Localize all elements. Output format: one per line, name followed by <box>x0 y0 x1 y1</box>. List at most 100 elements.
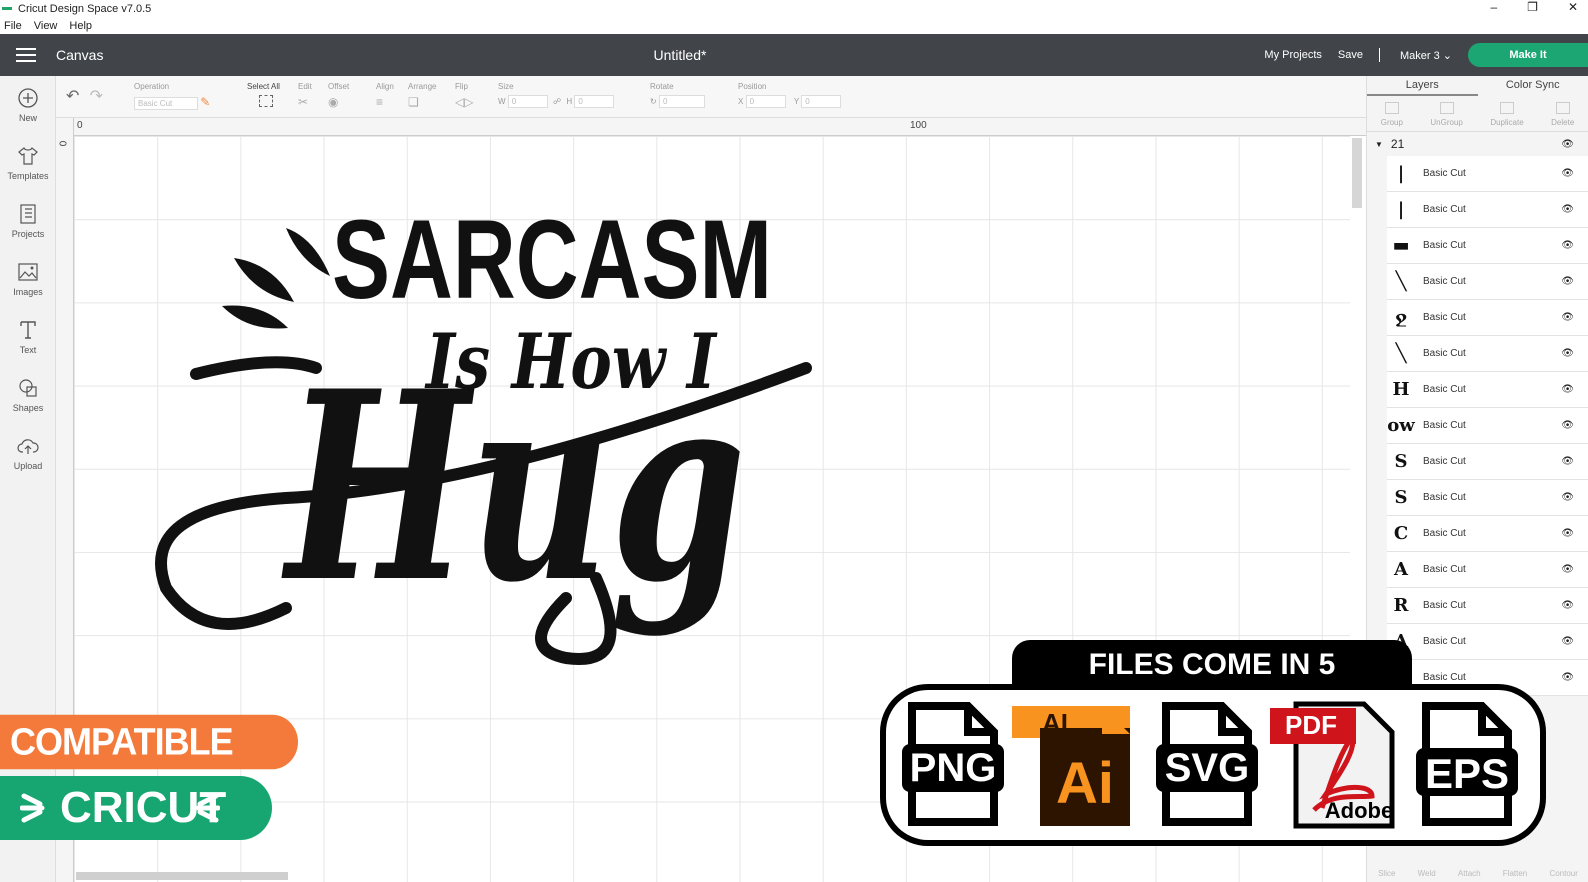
layer-row[interactable]: S Basic Cut 👁 <box>1387 480 1588 516</box>
layer-row[interactable]: | Basic Cut 👁 <box>1387 156 1588 192</box>
eye-icon[interactable]: 👁 <box>1561 528 1574 539</box>
layer-row[interactable]: ▬ Basic Cut 👁 <box>1387 228 1588 264</box>
width-input[interactable]: 0 <box>507 95 548 108</box>
save-button[interactable]: Save <box>1338 49 1363 61</box>
make-it-button[interactable]: Make It <box>1468 43 1588 67</box>
projects-label: Projects <box>11 229 45 239</box>
eye-icon[interactable]: 👁 <box>1561 636 1574 647</box>
upload-button[interactable]: Upload <box>0 424 56 482</box>
layer-row[interactable]: ow Basic Cut 👁 <box>1387 408 1588 444</box>
offset-icon[interactable]: ◉ <box>328 95 338 109</box>
layer-row[interactable]: ջ Basic Cut 👁 <box>1387 300 1588 336</box>
eye-icon[interactable]: 👁 <box>1561 168 1574 179</box>
templates-button[interactable]: Templates <box>0 134 56 192</box>
layer-list: | Basic Cut 👁 | Basic Cut 👁 ▬ Basic Cut 👁 ╲ Basic … <box>1367 156 1588 696</box>
duplicate-button[interactable]: Duplicate <box>1490 102 1524 127</box>
group-button[interactable]: Group <box>1381 102 1403 127</box>
layer-row[interactable]: H Basic Cut 👁 <box>1387 372 1588 408</box>
layer-row[interactable]: ╲ Basic Cut 👁 <box>1387 336 1588 372</box>
flip-icon[interactable]: ◁▷ <box>455 95 473 109</box>
select-all-button[interactable] <box>259 95 273 107</box>
plus-circle-icon <box>18 88 38 108</box>
eye-icon[interactable]: 👁 <box>1561 492 1574 503</box>
my-projects-link[interactable]: My Projects <box>1264 49 1321 61</box>
trash-icon <box>1555 102 1570 114</box>
layer-row[interactable]: S Basic Cut 👁 <box>1387 444 1588 480</box>
layer-name: Basic Cut <box>1423 384 1466 395</box>
text-label: Text <box>19 345 37 355</box>
machine-select[interactable]: Maker 3 ⌄ <box>1400 49 1452 62</box>
y-label: Y <box>793 97 800 106</box>
x-input[interactable]: 0 <box>745 95 786 108</box>
png-label: PNG <box>909 746 997 790</box>
eye-icon[interactable]: 👁 <box>1561 420 1574 431</box>
flip-label: Flip <box>455 82 468 91</box>
rotate-input[interactable]: 0 <box>658 95 705 108</box>
shapes-button[interactable]: Shapes <box>0 366 56 424</box>
scissors-icon[interactable]: ✂ <box>298 95 308 109</box>
weld-button[interactable]: Weld <box>1418 869 1436 878</box>
sarcasm-design[interactable]: SARCASM Is How I Hug <box>136 198 816 668</box>
images-button[interactable]: Images <box>0 250 56 308</box>
size-label: Size <box>498 82 514 91</box>
slice-button[interactable]: Slice <box>1378 869 1395 878</box>
arrange-icon[interactable]: ❏ <box>408 95 419 109</box>
eye-icon[interactable]: 👁 <box>1561 600 1574 611</box>
text-button[interactable]: Text <box>0 308 56 366</box>
eye-icon[interactable]: 👁 <box>1561 384 1574 395</box>
eye-icon[interactable]: 👁 <box>1561 564 1574 575</box>
layer-group-row[interactable]: ▼ 21 👁 <box>1367 132 1588 156</box>
caret-down-icon[interactable]: ▼ <box>1375 140 1383 149</box>
close-button[interactable]: ✕ <box>1568 0 1578 14</box>
operation-label: Operation <box>134 82 170 91</box>
eye-icon[interactable]: 👁 <box>1561 672 1574 683</box>
lock-icon[interactable]: ☍ <box>553 97 561 106</box>
minimize-button[interactable]: – <box>1490 0 1497 14</box>
ai-tag-label: AI <box>1042 708 1068 738</box>
new-label: New <box>18 113 37 123</box>
height-input[interactable]: 0 <box>574 95 615 108</box>
menu-help[interactable]: Help <box>69 20 92 32</box>
ai-label: Ai <box>1056 751 1114 816</box>
layer-name: Basic Cut <box>1423 312 1466 323</box>
eye-icon[interactable]: 👁 <box>1561 456 1574 467</box>
ungroup-button[interactable]: UnGroup <box>1430 102 1463 127</box>
tab-layers[interactable]: Layers <box>1367 76 1478 96</box>
menu-file[interactable]: File <box>4 20 22 32</box>
vertical-scrollbar[interactable] <box>1352 138 1362 208</box>
new-button[interactable]: New <box>0 76 56 134</box>
y-input[interactable]: 0 <box>801 95 842 108</box>
layer-row[interactable]: R Basic Cut 👁 <box>1387 588 1588 624</box>
eye-icon[interactable]: 👁 <box>1561 348 1574 359</box>
align-icon[interactable]: ≡ <box>376 95 383 109</box>
tab-color-sync[interactable]: Color Sync <box>1478 76 1588 96</box>
operation-select[interactable]: Basic Cut <box>134 97 198 110</box>
menu-view[interactable]: View <box>34 20 58 32</box>
flatten-button[interactable]: Flatten <box>1503 869 1527 878</box>
eps-label: EPS <box>1424 750 1510 797</box>
eye-icon[interactable]: 👁 <box>1561 139 1574 150</box>
projects-button[interactable]: Projects <box>0 192 56 250</box>
eye-icon[interactable]: 👁 <box>1561 312 1574 323</box>
eye-icon[interactable]: 👁 <box>1561 204 1574 215</box>
redo-icon[interactable]: ↷ <box>90 88 103 105</box>
layer-name: Basic Cut <box>1423 528 1466 539</box>
contour-button[interactable]: Contour <box>1549 869 1577 878</box>
delete-button[interactable]: Delete <box>1551 102 1574 127</box>
eye-icon[interactable]: 👁 <box>1561 276 1574 287</box>
undo-icon[interactable]: ↶ <box>66 88 79 105</box>
attach-button[interactable]: Attach <box>1458 869 1481 878</box>
layer-row[interactable]: ABasic Cut👁 <box>1387 552 1588 588</box>
layer-row[interactable]: C Basic Cut 👁 <box>1387 516 1588 552</box>
horizontal-scrollbar[interactable] <box>76 872 288 880</box>
layer-row[interactable]: ╲ Basic Cut 👁 <box>1387 264 1588 300</box>
layer-row[interactable]: ABasic Cut👁 <box>1387 624 1588 660</box>
document-title[interactable]: Untitled* <box>0 47 1360 63</box>
restore-button[interactable]: ❐ <box>1527 0 1538 14</box>
pen-icon[interactable]: ✎ <box>200 95 210 109</box>
layer-row[interactable]: | Basic Cut 👁 <box>1387 192 1588 228</box>
eye-icon[interactable]: 👁 <box>1561 240 1574 251</box>
group-name: 21 <box>1390 137 1405 151</box>
layer-name: Basic Cut <box>1423 276 1466 287</box>
layer-name: Basic Cut <box>1423 600 1466 611</box>
